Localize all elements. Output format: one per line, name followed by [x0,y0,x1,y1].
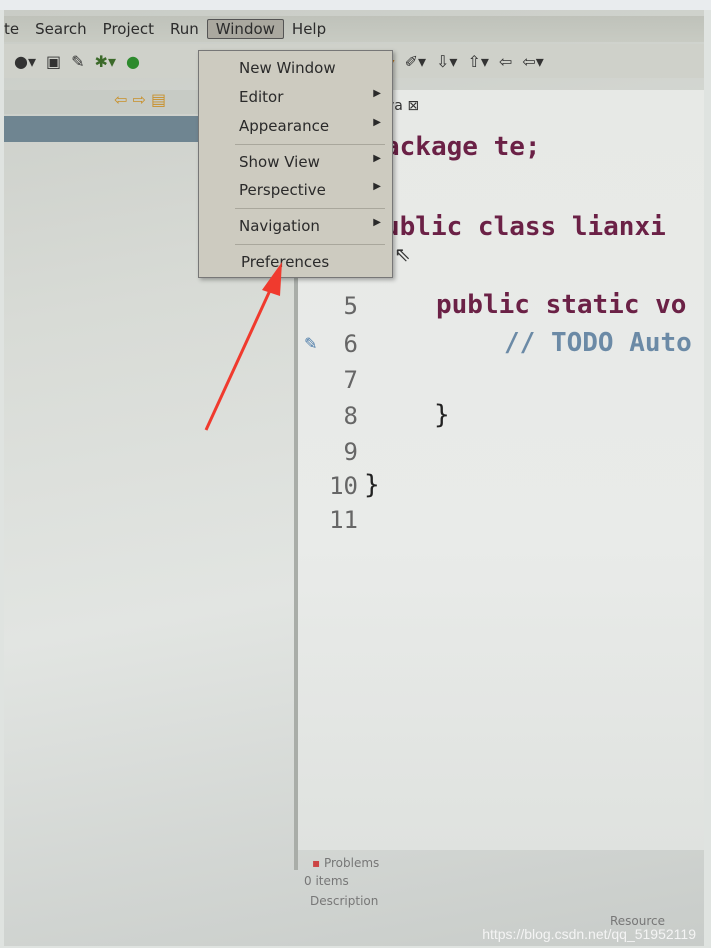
annotation-arrow [204,262,282,431]
arrow-head-icon [262,262,282,296]
arrow-shaft [204,285,274,431]
